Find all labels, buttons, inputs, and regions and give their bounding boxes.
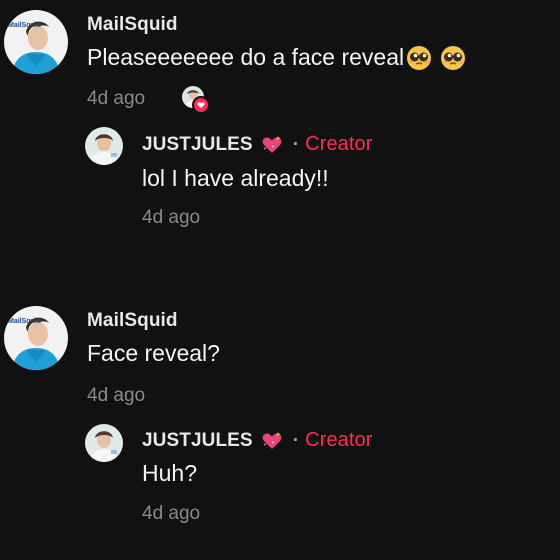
avatar-label: MailSquid [8,22,41,29]
comment-text-row: Face reveal? [87,340,220,367]
comment-time: 4d ago [87,88,146,109]
reply-text: lol I have already!! [142,165,329,191]
separator-dot: · [292,429,300,451]
heart-icon [192,96,210,114]
pleading-face-icon [406,45,432,71]
commenter-avatar[interactable]: MailSquid [4,10,68,74]
pleading-face-icon [440,45,466,71]
separator-dot: · [292,133,300,155]
reply-username-row: JUSTJULES · Creator [142,133,373,156]
commenter-avatar[interactable]: MailSquid [4,306,68,370]
sparkling-heart-icon [261,135,283,155]
creator-badge: Creator [305,429,373,451]
reply-username-row: JUSTJULES · Creator [142,429,373,452]
commenter-username[interactable]: MailSquid [87,14,178,36]
reply-text: Huh? [142,460,197,486]
avatar-label: MailSquid [8,318,41,325]
comment-text: Face reveal? [87,340,220,366]
creator-liked-indicator [182,86,210,114]
reply-time: 4d ago [142,207,201,228]
comment-text-row: Pleaseeeeeee do a face reveal [87,44,466,71]
sparkling-heart-icon [261,431,283,451]
comment-time: 4d ago [87,385,146,406]
creator-username[interactable]: JUSTJULES [142,134,253,156]
comment-text: Pleaseeeeeee do a face reveal [87,44,405,70]
creator-avatar[interactable] [85,127,123,165]
creator-badge: Creator [305,133,373,155]
creator-avatar[interactable] [85,424,123,462]
reply-time: 4d ago [142,503,201,524]
creator-username[interactable]: JUSTJULES [142,430,253,452]
commenter-username[interactable]: MailSquid [87,310,178,332]
